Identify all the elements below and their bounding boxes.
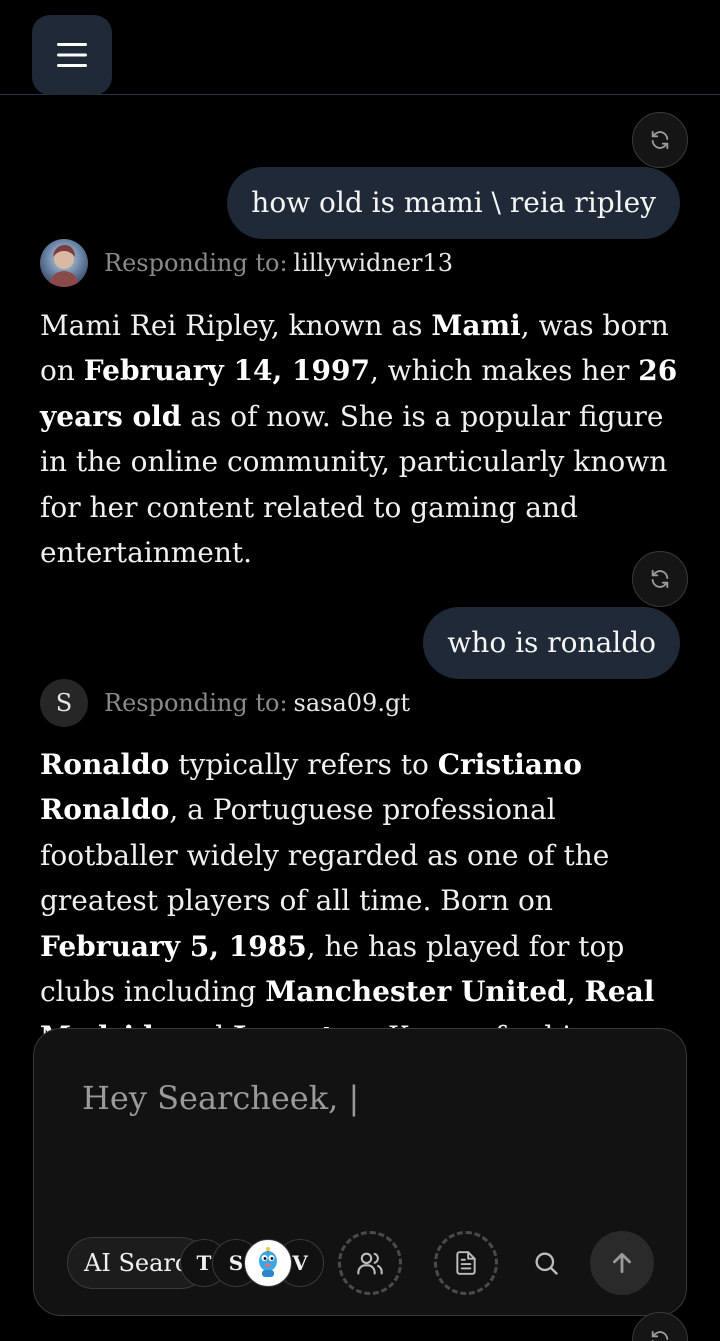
regenerate-button[interactable]	[632, 1312, 688, 1341]
answer-text: Mami Rei Ripley, known as	[40, 309, 432, 342]
send-button[interactable]	[590, 1231, 654, 1295]
avatar	[40, 239, 88, 287]
refresh-icon	[651, 130, 669, 150]
answer-text: typically refers to	[169, 748, 438, 781]
responding-row: S Responding to: sasa09.gt	[40, 679, 410, 727]
input-placeholder: Hey Searcheek,	[82, 1079, 349, 1117]
menu-button[interactable]	[32, 15, 112, 95]
regenerate-button[interactable]	[632, 551, 688, 607]
hamburger-menu-icon	[57, 43, 87, 67]
attach-document-button[interactable]	[434, 1231, 498, 1295]
text-caret: |	[348, 1079, 360, 1117]
assistant-answer: Mami Rei Ripley, known as Mami, was born…	[40, 303, 688, 575]
answer-bold-text: Manchester United	[265, 975, 567, 1009]
users-icon	[357, 1252, 383, 1275]
refresh-icon	[651, 1330, 669, 1341]
web-search-button[interactable]	[522, 1239, 570, 1287]
message-input[interactable]: Hey Searcheek, |	[82, 1079, 359, 1117]
responding-label: Responding to:	[104, 689, 288, 717]
arrow-up-icon	[613, 1252, 631, 1274]
avatar: S	[40, 679, 88, 727]
search-icon	[535, 1252, 558, 1275]
regenerate-button[interactable]	[632, 112, 688, 168]
responding-label: Responding to:	[104, 249, 288, 277]
refresh-icon	[651, 569, 669, 589]
group-chat-button[interactable]	[338, 1231, 402, 1295]
answer-bold-text: February 14, 1997	[83, 354, 370, 388]
mascot-icon	[259, 1247, 277, 1277]
document-icon	[456, 1251, 476, 1275]
user-message-bubble: who is ronaldo	[423, 607, 680, 679]
composer-panel: Hey Searcheek, | AI Search T S V	[33, 1028, 687, 1316]
responding-username[interactable]: sasa09.gt	[294, 689, 410, 717]
responding-username[interactable]: lillywidner13	[294, 249, 454, 277]
responding-row: Responding to: lillywidner13	[40, 239, 453, 287]
answer-bold-text: February 5, 1985	[40, 929, 307, 963]
answer-text: , which makes her	[369, 354, 639, 388]
answer-bold-text: Ronaldo	[40, 748, 170, 781]
answer-bold-text: Mami	[431, 309, 521, 342]
top-bar	[0, 0, 720, 95]
answer-text: ,	[566, 975, 585, 1009]
user-message-bubble: how old is mami \ reia ripley	[227, 167, 680, 239]
bot-avatar-mascot[interactable]	[244, 1239, 292, 1287]
